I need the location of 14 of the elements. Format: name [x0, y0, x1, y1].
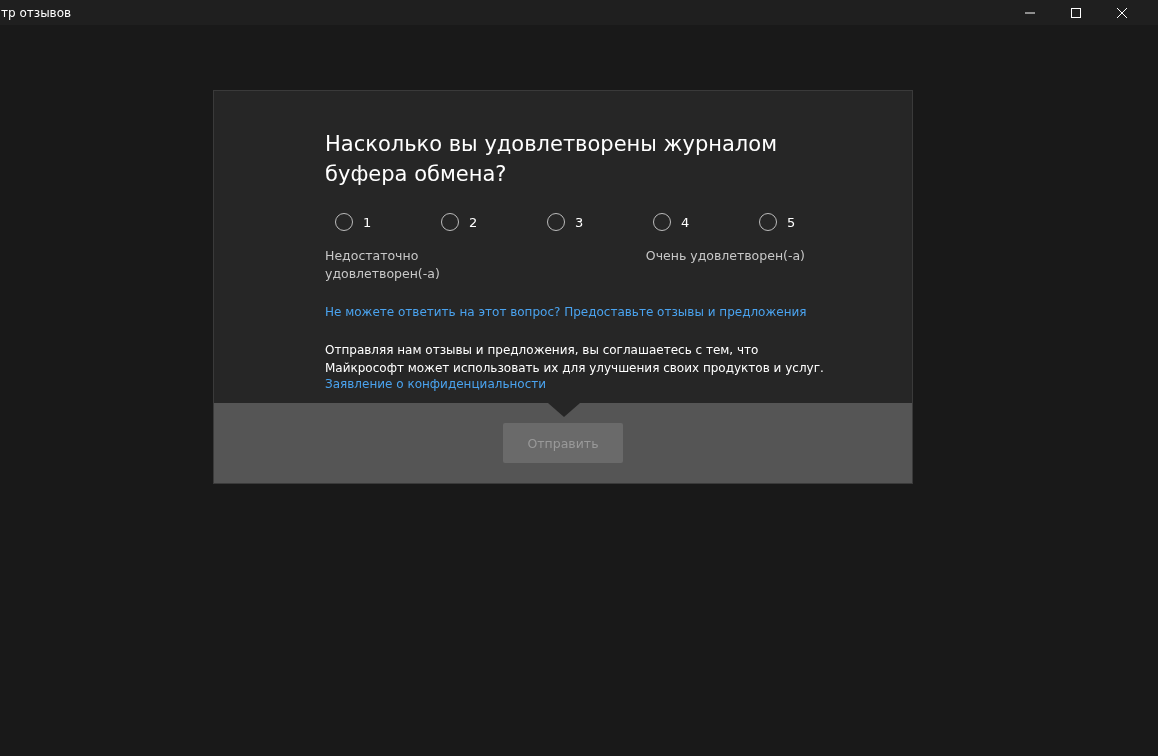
survey-question: Насколько вы удовлетворены журналом буфера обмена? [325, 131, 778, 188]
rating-radio[interactable]: 1 [335, 213, 441, 231]
rating-radio[interactable]: 3 [547, 213, 653, 231]
scale-low-label: Недостаточно удовлетворен(-а) [325, 247, 441, 283]
close-icon[interactable] [1116, 6, 1128, 19]
rating-radio[interactable]: 4 [653, 213, 759, 231]
privacy-link[interactable]: Заявление о конфиденциальности [325, 377, 547, 391]
window-title: тр отзывов [1, 5, 72, 20]
rating-radio[interactable]: 2 [441, 213, 547, 231]
feedback-link[interactable]: Не можете ответить на этот вопрос? Предоставьте отзывы и предложения [325, 305, 807, 319]
maximize-icon[interactable] [1070, 6, 1082, 19]
consent-text: Отправляя нам отзывы и предложения, вы соглашаетесь с тем, что Майкрософт может использовать их для улучшения своих продуктов и услуг. [325, 342, 825, 377]
scale-high-label: Очень удовлетворен(-а) [645, 247, 805, 265]
rating-radio[interactable]: 5 [759, 213, 865, 231]
